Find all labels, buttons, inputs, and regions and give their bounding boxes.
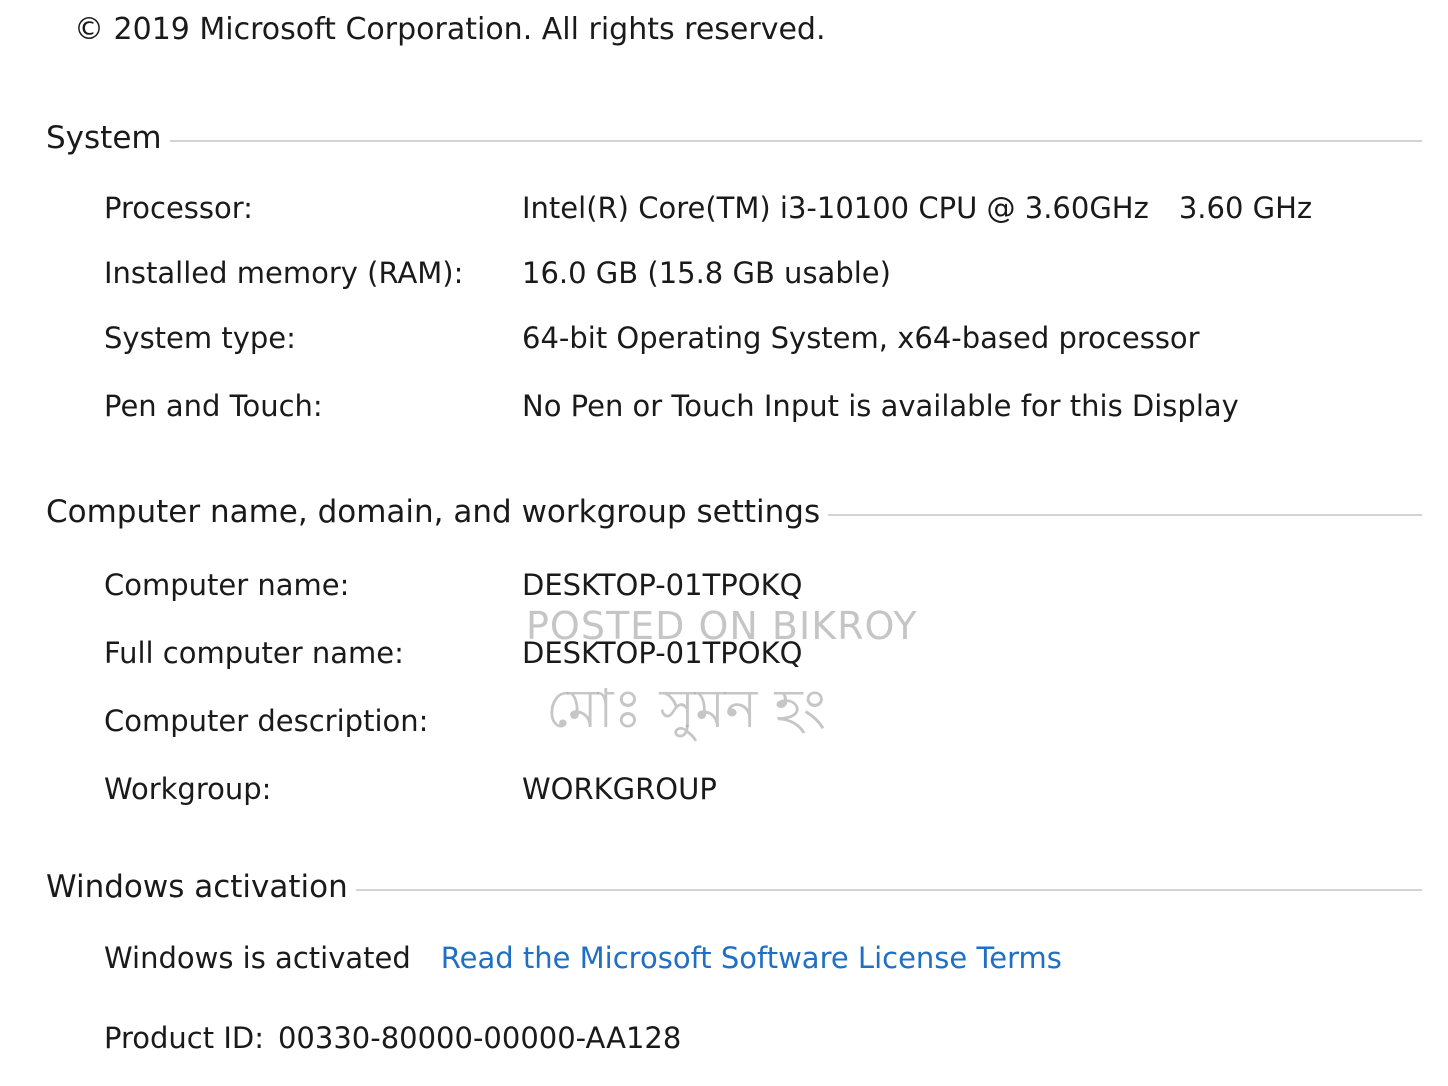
ram-label: Installed memory (RAM): (104, 256, 464, 290)
workgroup-value: WORKGROUP (522, 772, 717, 806)
section-divider (169, 140, 1422, 142)
activation-section-header: Windows activation (46, 865, 1422, 909)
system-section-header: System (46, 116, 1422, 160)
computer-section-title: Computer name, domain, and workgroup set… (46, 494, 821, 530)
system-section-title: System (46, 120, 162, 156)
activation-status: Windows is activated (104, 941, 411, 975)
license-terms-link[interactable]: Read the Microsoft Software License Term… (441, 941, 1062, 975)
workgroup-label: Workgroup: (104, 772, 272, 806)
watermark-bengali: মোঃ সুমন হং (546, 677, 827, 740)
processor-label: Processor: (104, 191, 253, 225)
product-id-row: Product ID: 00330-80000-00000-AA128 (104, 1016, 681, 1060)
computer-name-value: DESKTOP-01TPOKQ (522, 568, 803, 602)
processor-value-group: Intel(R) Core(TM) i3-10100 CPU @ 3.60GHz… (522, 186, 1312, 230)
watermark-english: POSTED ON BIKROY (526, 604, 918, 648)
computer-description-label: Computer description: (104, 704, 429, 738)
system-type-label: System type: (104, 321, 296, 355)
section-divider (355, 889, 1422, 891)
section-divider (828, 514, 1422, 516)
activation-status-row: Windows is activated Read the Microsoft S… (104, 936, 1062, 980)
full-computer-name-label: Full computer name: (104, 636, 404, 670)
pen-touch-value: No Pen or Touch Input is available for t… (522, 389, 1239, 423)
processor-speed: 3.60 GHz (1178, 191, 1313, 225)
processor-value: Intel(R) Core(TM) i3-10100 CPU @ 3.60GHz (522, 191, 1149, 225)
system-type-value: 64-bit Operating System, x64-based proce… (522, 321, 1200, 355)
copyright-text: © 2019 Microsoft Corporation. All rights… (74, 12, 826, 47)
product-id-label: Product ID: (104, 1021, 264, 1055)
computer-section-header: Computer name, domain, and workgroup set… (46, 490, 1422, 534)
ram-value: 16.0 GB (15.8 GB usable) (522, 256, 891, 290)
computer-name-label: Computer name: (104, 568, 350, 602)
activation-section-title: Windows activation (46, 869, 348, 905)
pen-touch-label: Pen and Touch: (104, 389, 323, 423)
product-id-value: 00330-80000-00000-AA128 (277, 1021, 682, 1055)
